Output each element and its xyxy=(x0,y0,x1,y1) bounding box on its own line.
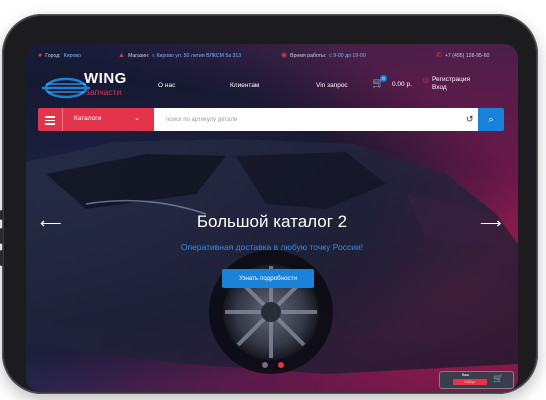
catalog-divider xyxy=(62,108,63,131)
search-icon: ⌕ xyxy=(488,114,494,124)
shop-label: Магазин: xyxy=(127,52,150,59)
shop-value: г. Кирово ул. 50 летия ВЛКСМ 5а 313 xyxy=(152,52,242,59)
search-input[interactable] xyxy=(154,108,478,131)
nav-vin[interactable]: Vin запрос xyxy=(316,82,348,89)
tablet-frame: ● Город: Кирово ▲ Магазин: г. Кирово ул.… xyxy=(0,14,538,394)
logo-subtitle: запчасти xyxy=(86,87,122,97)
phone-icon: ✆ xyxy=(436,52,442,59)
basket-icon: 🛒 xyxy=(493,374,503,383)
tablet-side-button xyxy=(0,228,3,244)
register-link[interactable]: Регистрация xyxy=(432,76,470,84)
hero-title: Большой каталог 2 xyxy=(196,212,348,231)
city-selector[interactable]: ● Город: Кирово xyxy=(38,52,81,59)
hours-label: Время работы: xyxy=(290,52,327,59)
slider-dots xyxy=(258,362,288,370)
chevron-down-icon: ⌄ xyxy=(134,115,140,122)
auth-block: ☺ Регистрация Вход xyxy=(421,76,470,92)
learn-more-button[interactable]: Узнать подробности xyxy=(222,269,314,288)
user-icon: ☺ xyxy=(421,75,431,85)
clock-icon: ◉ xyxy=(281,52,288,59)
hero-subtitle: Оперативная доставка в любую точку Росси… xyxy=(180,242,364,252)
screen: ● Город: Кирово ▲ Магазин: г. Кирово ул.… xyxy=(26,44,518,392)
tablet-side-button xyxy=(0,250,3,266)
city-label: Город: xyxy=(45,52,61,59)
nav-clients[interactable]: Клиентам xyxy=(230,82,259,89)
catalog-label: Каталоги xyxy=(74,115,102,122)
top-bar: ● Город: Кирово ▲ Магазин: г. Кирово ул.… xyxy=(26,44,518,66)
cart-sum: 0.00 р. xyxy=(392,81,412,88)
menu-icon xyxy=(45,114,55,125)
shop-address[interactable]: ▲ Магазин: г. Кирово ул. 50 летия ВЛКСМ … xyxy=(118,52,241,59)
tablet-side-button xyxy=(0,210,3,220)
floating-cart-sum: 0.00 р. xyxy=(453,379,487,385)
cart-count-badge: 0 xyxy=(380,75,387,82)
history-icon[interactable]: ↺ xyxy=(466,114,474,125)
catalog-button[interactable]: Каталоги ⌄ xyxy=(38,108,154,131)
phone-link[interactable]: ✆ +7 (495) 128-95-60 xyxy=(436,52,489,59)
logo-title[interactable]: WING xyxy=(84,70,127,87)
store-icon: ▲ xyxy=(118,52,125,59)
slider-dot-active[interactable] xyxy=(278,362,284,368)
slider-dot[interactable] xyxy=(262,362,268,368)
hours-value: с 9-00 до 19-00 xyxy=(329,52,366,59)
floating-cart-label: Ваш xyxy=(462,373,470,377)
search-row: Каталоги ⌄ ↺ ⌕ xyxy=(38,108,504,131)
phone-number: +7 (495) 128-95-60 xyxy=(444,52,490,59)
city-value: Кирово xyxy=(63,52,81,59)
search-button[interactable]: ⌕ xyxy=(478,108,504,131)
floating-cart[interactable]: Ваш 0.00 р. 🛒 xyxy=(439,371,514,389)
nav-about[interactable]: О нас xyxy=(158,82,175,89)
login-link[interactable]: Вход xyxy=(432,84,470,92)
working-hours: ◉ Время работы: с 9-00 до 19-00 xyxy=(281,52,366,59)
map-pin-icon: ● xyxy=(38,52,43,59)
